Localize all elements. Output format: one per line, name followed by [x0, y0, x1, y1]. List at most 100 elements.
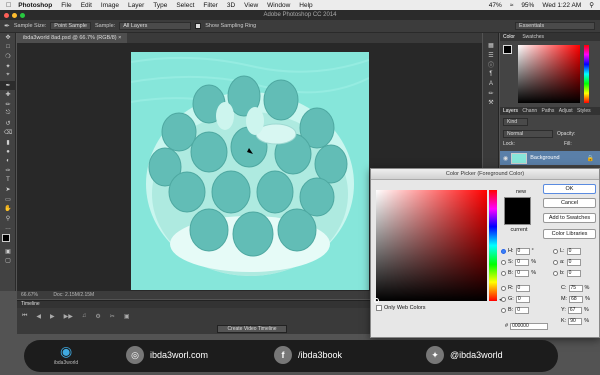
play-icon[interactable]: ▶	[50, 313, 55, 320]
menu-image[interactable]: Image	[101, 2, 119, 9]
history-brush-tool-icon[interactable]: ↺	[0, 119, 16, 129]
extras-icon[interactable]: …	[0, 223, 16, 233]
s-input[interactable]: 0	[515, 258, 530, 266]
doc-info[interactable]: Doc: 2.15M/2.15M	[53, 292, 94, 298]
zoom-level[interactable]: 66.67%	[21, 292, 38, 298]
tab-swatches[interactable]: Swatches	[522, 34, 544, 40]
add-to-swatches-button[interactable]: Add to Swatches	[543, 213, 596, 223]
zoom-window-icon[interactable]	[20, 12, 25, 18]
brush-presets-icon[interactable]: ✏	[483, 89, 499, 99]
layer-row-background[interactable]: ◉ Background 🔒	[500, 151, 600, 165]
quick-select-tool-icon[interactable]: ✦	[0, 62, 16, 72]
battery-status[interactable]: 47%	[489, 2, 502, 9]
first-frame-icon[interactable]: ⏮	[22, 313, 27, 320]
b-input[interactable]: 0	[515, 269, 530, 277]
pen-tool-icon[interactable]: ✑	[0, 166, 16, 176]
show-sampling-ring-checkbox[interactable]	[195, 23, 202, 29]
color-libraries-button[interactable]: Color Libraries	[543, 229, 596, 239]
healing-brush-tool-icon[interactable]: ✚	[0, 90, 16, 100]
g-radio[interactable]	[501, 296, 506, 302]
spotlight-icon[interactable]: ⚲	[589, 1, 594, 9]
menu-edit[interactable]: Edit	[81, 2, 92, 9]
minimize-window-icon[interactable]	[12, 12, 17, 18]
app-menu[interactable]: Photoshop	[18, 2, 52, 9]
paragraph-icon[interactable]: ¶	[483, 70, 499, 80]
next-frame-icon[interactable]: ▶▶	[64, 313, 73, 320]
tab-channels[interactable]: Chann	[522, 108, 537, 114]
r-input[interactable]: 0	[515, 284, 530, 292]
zoom-tool-icon[interactable]: ⚲	[0, 214, 16, 224]
menu-select[interactable]: Select	[176, 2, 194, 9]
marquee-tool-icon[interactable]: □	[0, 43, 16, 53]
y-input[interactable]: 67	[567, 306, 582, 314]
sample-select[interactable]: All Layers	[119, 22, 192, 30]
color-panel-field[interactable]	[518, 45, 580, 103]
m-input[interactable]: 68	[569, 295, 584, 303]
color-panel-fg-swatch[interactable]	[503, 45, 512, 54]
lab-b-radio[interactable]	[553, 270, 558, 276]
only-web-colors-checkbox[interactable]	[376, 305, 382, 311]
tab-adjustments[interactable]: Adjust	[559, 108, 573, 114]
properties-icon[interactable]: ☰	[483, 51, 499, 61]
clone-stamp-tool-icon[interactable]: ⎋	[0, 109, 16, 119]
l-input[interactable]: 0	[566, 247, 581, 255]
character-icon[interactable]: A	[483, 79, 499, 89]
eyedropper-preset-icon[interactable]: ✒	[4, 22, 10, 30]
settings-icon[interactable]: ⚙	[95, 313, 100, 320]
menubar-clock[interactable]: Wed 1:22 AM	[542, 2, 581, 9]
audio-icon[interactable]: ♫	[82, 313, 87, 320]
hex-input[interactable]: 000000	[510, 322, 549, 330]
blue-radio[interactable]	[501, 307, 506, 313]
dodge-tool-icon[interactable]: ◐	[0, 157, 16, 167]
brush-tool-icon[interactable]: ✏	[0, 100, 16, 110]
menu-filter[interactable]: Filter	[203, 2, 217, 9]
battery-status-2[interactable]: 95%	[521, 2, 534, 9]
menu-type[interactable]: Type	[153, 2, 167, 9]
l-radio[interactable]	[553, 248, 558, 254]
banner-twitter-text[interactable]: @ibda3world	[450, 350, 503, 360]
h-radio[interactable]	[501, 248, 506, 254]
s-radio[interactable]	[501, 259, 506, 265]
strawberry-tart-photo[interactable]	[131, 52, 369, 290]
eyedropper-tool-icon[interactable]: ✒	[0, 80, 16, 90]
color-panel-hue[interactable]	[584, 45, 589, 103]
close-window-icon[interactable]	[4, 12, 9, 18]
menu-layer[interactable]: Layer	[128, 2, 144, 9]
tab-layers[interactable]: Layers	[503, 108, 518, 114]
b-radio[interactable]	[501, 270, 506, 276]
c-input[interactable]: 75	[568, 284, 583, 292]
blur-tool-icon[interactable]: ●	[0, 147, 16, 157]
color-field[interactable]	[374, 190, 487, 303]
menu-3d[interactable]: 3D	[227, 2, 235, 9]
h-input[interactable]: 0	[515, 247, 530, 255]
blue-input[interactable]: 0	[515, 306, 530, 314]
tab-styles[interactable]: Styles	[577, 108, 591, 114]
prev-frame-icon[interactable]: ◀	[36, 313, 41, 320]
visibility-eye-icon[interactable]: ◉	[503, 155, 508, 162]
r-radio[interactable]	[501, 285, 506, 291]
cancel-button[interactable]: Cancel	[543, 198, 596, 208]
gradient-tool-icon[interactable]: ▮	[0, 138, 16, 148]
blend-mode-select[interactable]: Normal	[503, 130, 553, 138]
split-icon[interactable]: ✂	[110, 313, 115, 320]
menu-file[interactable]: File	[61, 2, 71, 9]
crop-tool-icon[interactable]: ⌖	[0, 71, 16, 81]
color-field-cursor[interactable]	[374, 298, 379, 303]
path-select-tool-icon[interactable]: ➤	[0, 185, 16, 195]
history-icon[interactable]: ▦	[483, 41, 499, 51]
transition-icon[interactable]: ▣	[124, 313, 130, 320]
hand-tool-icon[interactable]: ✋	[0, 204, 16, 214]
lab-b-input[interactable]: 0	[566, 269, 581, 277]
hue-slider[interactable]	[489, 190, 497, 301]
banner-facebook-text[interactable]: /ibda3book	[298, 350, 342, 360]
a-radio[interactable]	[553, 259, 558, 265]
banner-site-text[interactable]: ibda3worl.com	[150, 350, 208, 360]
ok-button[interactable]: OK	[543, 184, 596, 194]
type-tool-icon[interactable]: T	[0, 176, 16, 186]
layer-filter-kind[interactable]: Kind	[503, 118, 528, 126]
quick-mask-icon[interactable]: ▣	[0, 247, 16, 257]
shape-tool-icon[interactable]: ▭	[0, 195, 16, 205]
g-input[interactable]: 0	[515, 295, 530, 303]
workspace-select[interactable]: Essentials	[515, 22, 595, 30]
tool-presets-icon[interactable]: ⚒	[483, 98, 499, 108]
